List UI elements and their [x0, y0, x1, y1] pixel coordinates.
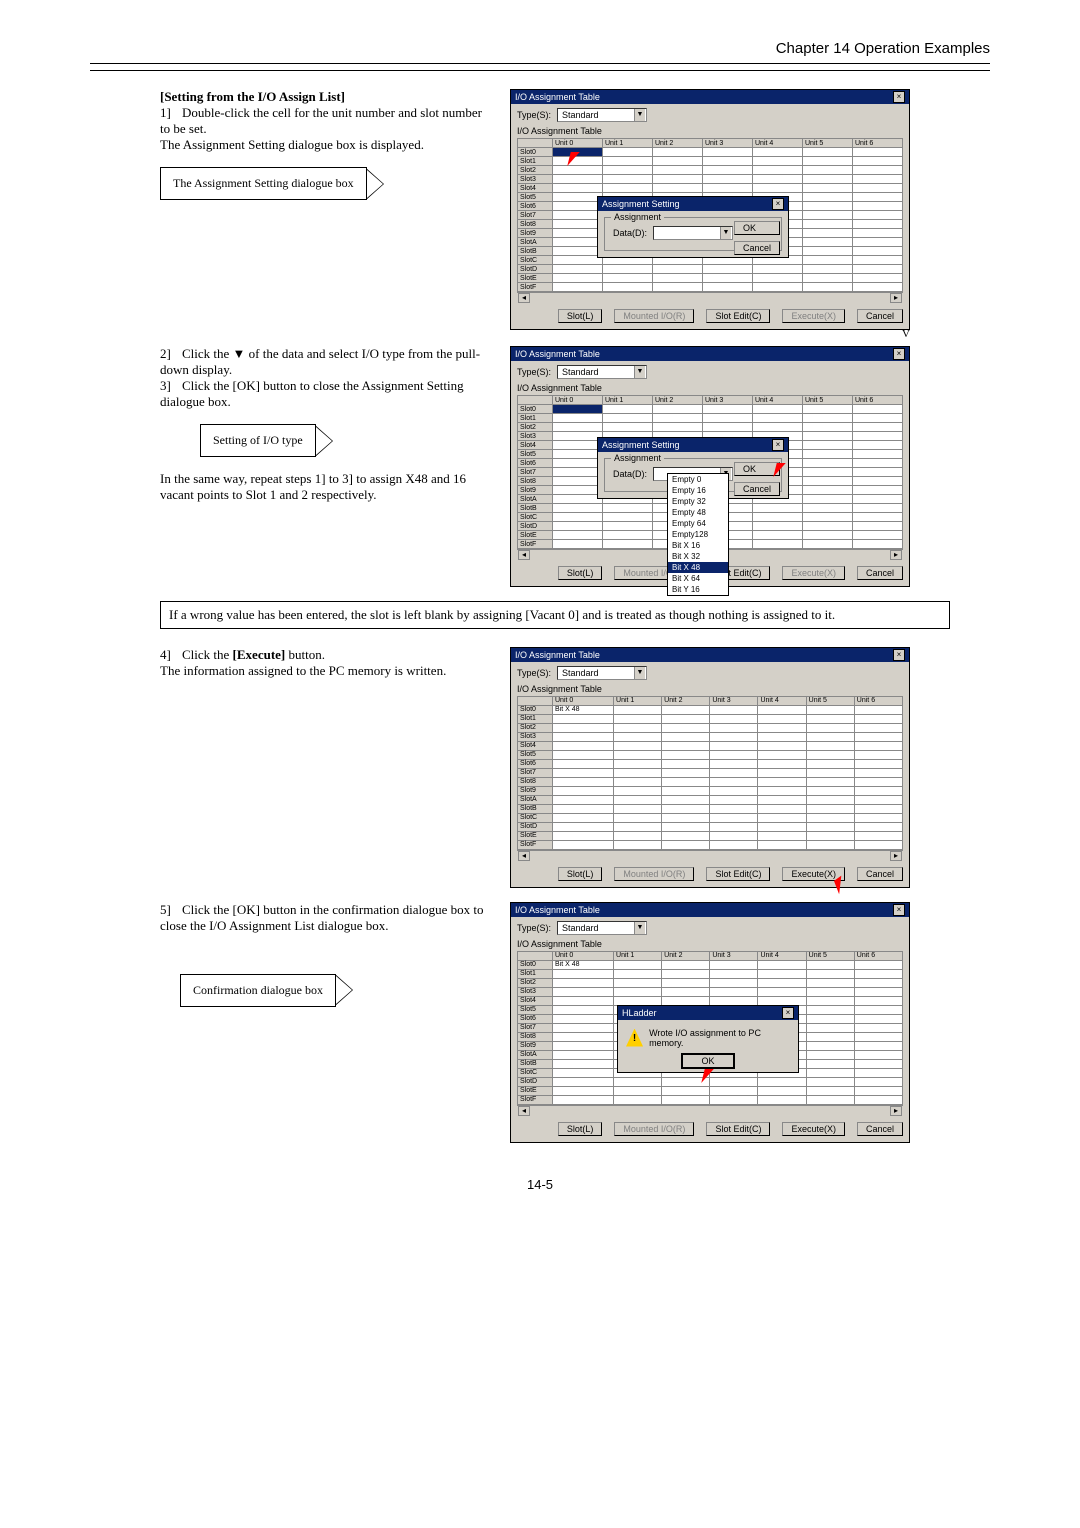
type-select[interactable]: Standard: [557, 108, 647, 122]
cancel-button[interactable]: Cancel: [734, 241, 780, 255]
slot-edit-button[interactable]: Slot Edit(C): [706, 1122, 770, 1136]
io-assignment-window: I/O Assignment Table × Type(S): Standard…: [510, 89, 910, 330]
window-title: I/O Assignment Table: [515, 650, 600, 660]
table-caption: I/O Assignment Table: [517, 126, 903, 136]
close-icon[interactable]: ×: [893, 91, 905, 103]
ok-button[interactable]: OK: [734, 462, 780, 476]
type-label: Type(S):: [517, 367, 551, 377]
io-assignment-window: I/O Assignment Table × Type(S): Standard…: [510, 346, 910, 587]
assignment-setting-dialog: Assignment Setting × Assignment Data(D):: [597, 196, 789, 258]
callout-io-type: Setting of I/O type: [200, 424, 316, 457]
mounted-io-button[interactable]: Mounted I/O(R): [614, 867, 694, 881]
assignment-setting-title: Assignment Setting: [602, 440, 680, 450]
data-select[interactable]: [653, 226, 733, 240]
close-icon[interactable]: ×: [782, 1007, 794, 1019]
io-assignment-window: I/O Assignment Table × Type(S): Standard…: [510, 902, 910, 1143]
type-select[interactable]: Standard: [557, 365, 647, 379]
cancel-button[interactable]: Cancel: [734, 482, 780, 496]
step-1: 1]Double-click the cell for the unit num…: [160, 105, 490, 137]
cancel-button[interactable]: Cancel: [857, 309, 903, 323]
step-4: 4]Click the [Execute] button.: [160, 647, 490, 663]
step-3: 3]Click the [OK] button to close the Ass…: [160, 378, 490, 410]
dropdown-option[interactable]: Empty 48: [668, 507, 728, 518]
divider: [90, 70, 990, 71]
slot-button[interactable]: Slot(L): [558, 566, 603, 580]
ok-button[interactable]: OK: [681, 1053, 734, 1069]
warning-icon: !: [626, 1029, 643, 1047]
table-caption: I/O Assignment Table: [517, 684, 903, 694]
step-4-after: The information assigned to the PC memor…: [160, 663, 490, 679]
step-2: 2]Click the ▼ of the data and select I/O…: [160, 346, 490, 378]
dropdown-option[interactable]: Empty 0: [668, 474, 728, 485]
type-label: Type(S):: [517, 110, 551, 120]
close-icon[interactable]: ×: [893, 348, 905, 360]
confirm-title: HLadder: [622, 1008, 657, 1018]
execute-button[interactable]: Execute(X): [782, 867, 845, 881]
close-icon[interactable]: ×: [772, 439, 784, 451]
cancel-button[interactable]: Cancel: [857, 566, 903, 580]
callout-assignment-setting: The Assignment Setting dialogue box: [160, 167, 367, 200]
io-table[interactable]: Unit 0Unit 1Unit 2Unit 3Unit 4Unit 5Unit…: [517, 696, 903, 850]
io-type-dropdown[interactable]: Empty 0Empty 16Empty 32Empty 48Empty 64E…: [667, 473, 729, 596]
mounted-io-button[interactable]: Mounted I/O(R): [614, 309, 694, 323]
scrollbar[interactable]: ◂▸: [517, 292, 903, 303]
execute-button[interactable]: Execute(X): [782, 309, 845, 323]
dropdown-option[interactable]: Bit X 48: [668, 562, 728, 573]
close-icon[interactable]: ×: [893, 904, 905, 916]
window-title: I/O Assignment Table: [515, 92, 600, 102]
assignment-group-label: Assignment: [611, 453, 664, 463]
slot-button[interactable]: Slot(L): [558, 867, 603, 881]
page-header: Chapter 14 Operation Examples: [90, 40, 990, 64]
table-caption: I/O Assignment Table: [517, 383, 903, 393]
type-select[interactable]: Standard: [557, 921, 647, 935]
dropdown-option[interactable]: Empty 64: [668, 518, 728, 529]
dropdown-option[interactable]: Bit Y 16: [668, 584, 728, 595]
dropdown-option[interactable]: Empty128: [668, 529, 728, 540]
window-title: I/O Assignment Table: [515, 905, 600, 915]
close-icon[interactable]: ×: [772, 198, 784, 210]
window-title: I/O Assignment Table: [515, 349, 600, 359]
close-icon[interactable]: ×: [893, 649, 905, 661]
io-assignment-window: I/O Assignment Table × Type(S): Standard…: [510, 647, 910, 888]
dropdown-option[interactable]: Empty 32: [668, 496, 728, 507]
slot-edit-button[interactable]: Slot Edit(C): [706, 867, 770, 881]
assignment-setting-title: Assignment Setting: [602, 199, 680, 209]
type-select[interactable]: Standard: [557, 666, 647, 680]
step-5: 5]Click the [OK] button in the confirmat…: [160, 902, 490, 934]
page-number: 14-5: [90, 1177, 990, 1192]
cancel-button[interactable]: Cancel: [857, 1122, 903, 1136]
callout-confirmation: Confirmation dialogue box: [180, 974, 336, 1007]
hladder-confirm-dialog: HLadder × ! Wrote I/O assignment to PC m…: [617, 1005, 799, 1073]
mounted-io-button[interactable]: Mounted I/O(R): [614, 1122, 694, 1136]
cancel-button[interactable]: Cancel: [857, 867, 903, 881]
slot-edit-button[interactable]: Slot Edit(C): [706, 309, 770, 323]
assignment-group-label: Assignment: [611, 212, 664, 222]
dropdown-option[interactable]: Bit X 64: [668, 573, 728, 584]
slot-button[interactable]: Slot(L): [558, 309, 603, 323]
ok-button[interactable]: OK: [734, 221, 780, 235]
step-3-after: In the same way, repeat steps 1] to 3] t…: [160, 471, 490, 503]
dropdown-option[interactable]: Empty 16: [668, 485, 728, 496]
table-caption: I/O Assignment Table: [517, 939, 903, 949]
execute-button[interactable]: Execute(X): [782, 1122, 845, 1136]
dropdown-option[interactable]: Bit X 16: [668, 540, 728, 551]
execute-button[interactable]: Execute(X): [782, 566, 845, 580]
scrollbar[interactable]: ◂▸: [517, 1105, 903, 1116]
type-label: Type(S):: [517, 923, 551, 933]
step-1-result: The Assignment Setting dialogue box is d…: [160, 137, 490, 153]
dropdown-option[interactable]: Bit X 32: [668, 551, 728, 562]
data-label: Data(D):: [613, 228, 647, 238]
note-box: If a wrong value has been entered, the s…: [160, 601, 950, 629]
data-label: Data(D):: [613, 469, 647, 479]
scrollbar[interactable]: ◂▸: [517, 850, 903, 861]
slot-button[interactable]: Slot(L): [558, 1122, 603, 1136]
confirm-message: Wrote I/O assignment to PC memory.: [649, 1028, 790, 1048]
type-label: Type(S):: [517, 668, 551, 678]
section-heading: [Setting from the I/O Assign List]: [160, 89, 490, 105]
